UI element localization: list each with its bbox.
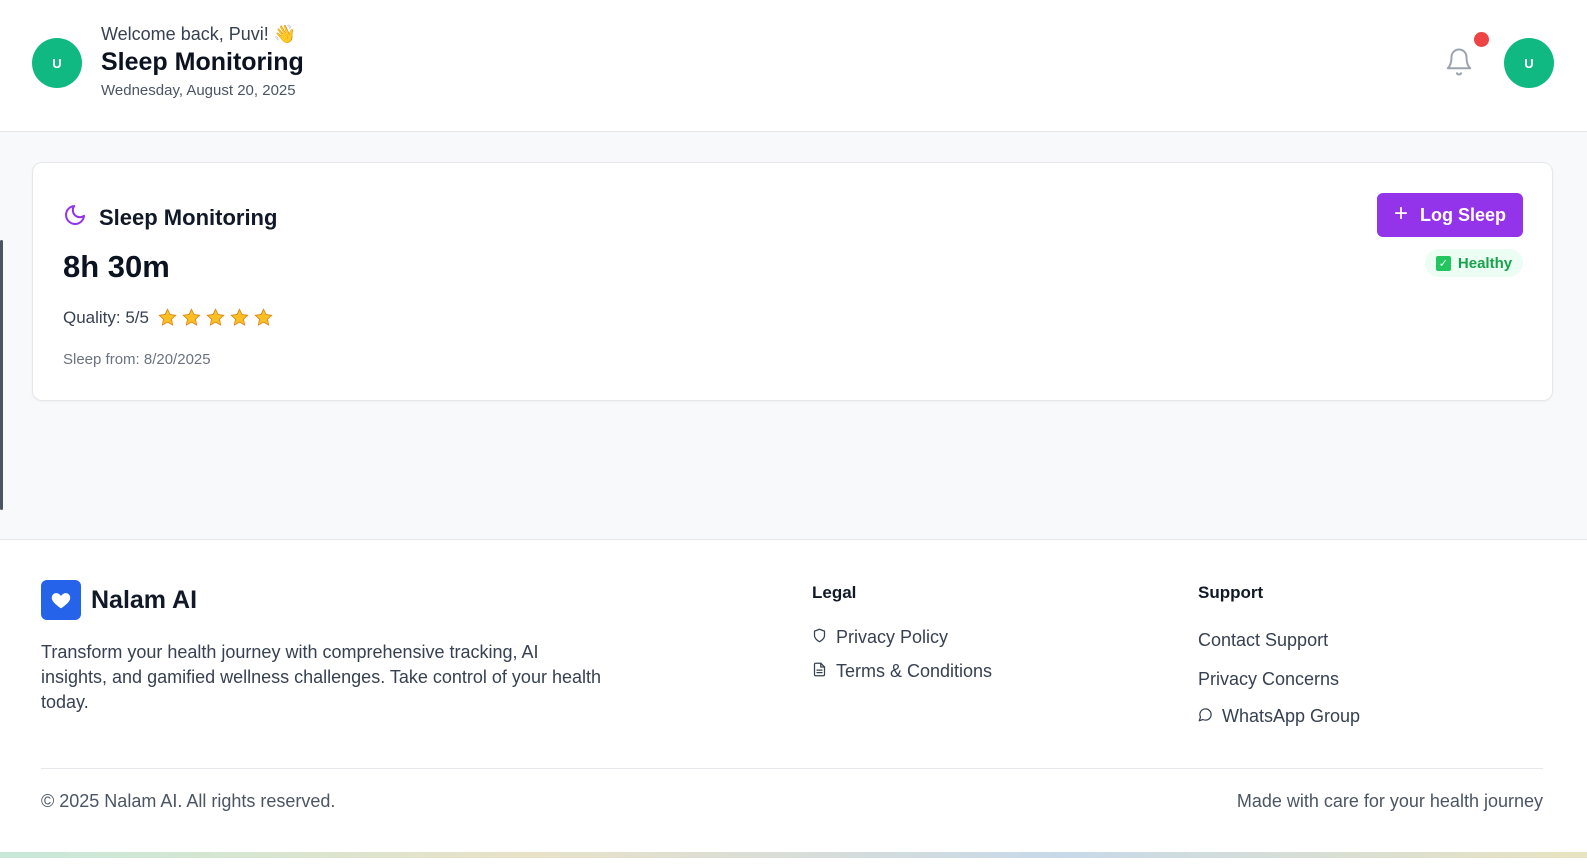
brand-description: Transform your health journey with compr… <box>41 642 601 712</box>
bell-icon[interactable] <box>1444 46 1474 78</box>
status-badge: ✓ Healthy <box>1425 249 1523 277</box>
page-footer: Nalam AI Transform your health journey w… <box>0 539 1587 868</box>
star-icon <box>205 307 226 328</box>
log-sleep-label: Log Sleep <box>1420 204 1507 225</box>
sleep-duration: 8h 30m <box>63 249 170 284</box>
whatsapp-group-link[interactable]: WhatsApp Group <box>1198 706 1360 727</box>
whatsapp-group-label: WhatsApp Group <box>1222 706 1361 726</box>
card-header: Sleep Monitoring <box>63 203 277 232</box>
star-icon <box>253 307 274 328</box>
log-sleep-button[interactable]: + Log Sleep <box>1377 193 1523 237</box>
shield-icon <box>812 627 827 648</box>
quality-stars <box>157 307 274 328</box>
card-title: Sleep Monitoring <box>99 204 278 230</box>
bottom-gradient-strip <box>0 852 1587 858</box>
footer-tagline: Made with care for your health journey <box>1236 791 1543 811</box>
welcome-message: Welcome back, Puvi! 👋 <box>101 24 297 44</box>
privacy-policy-label: Privacy Policy <box>836 627 949 647</box>
user-avatar[interactable]: U <box>32 38 82 88</box>
privacy-concerns-label: Privacy Concerns <box>1198 669 1340 689</box>
footer-brand: Nalam AI <box>41 580 197 620</box>
check-icon: ✓ <box>1435 255 1451 271</box>
plus-icon: + <box>1393 200 1408 227</box>
terms-conditions-label: Terms & Conditions <box>836 661 993 681</box>
heart-icon <box>41 580 81 620</box>
contact-support-link[interactable]: Contact Support <box>1198 630 1328 651</box>
copyright-text: © 2025 Nalam AI. All rights reserved. <box>41 791 336 811</box>
document-icon <box>812 661 827 682</box>
sleep-card: Sleep Monitoring 8h 30m Quality: 5/5 Sle… <box>32 162 1553 401</box>
footer-divider <box>41 768 1543 769</box>
support-heading: Support <box>1198 583 1264 602</box>
legal-heading: Legal <box>812 583 857 602</box>
star-icon <box>157 307 178 328</box>
brand-name: Nalam AI <box>91 585 198 614</box>
status-label: Healthy <box>1457 254 1513 272</box>
chat-icon <box>1198 706 1213 727</box>
terms-conditions-link[interactable]: Terms & Conditions <box>812 661 992 682</box>
sleep-quality: Quality: 5/5 <box>63 307 274 328</box>
star-icon <box>229 307 250 328</box>
privacy-concerns-link[interactable]: Privacy Concerns <box>1198 669 1339 690</box>
profile-avatar[interactable]: U <box>1504 38 1554 88</box>
top-header: U Welcome back, Puvi! 👋 Sleep Monitoring… <box>0 0 1587 132</box>
current-date: Wednesday, August 20, 2025 <box>101 82 296 99</box>
star-icon <box>181 307 202 328</box>
notification-dot <box>1474 32 1489 47</box>
sleep-from-date: Sleep from: 8/20/2025 <box>63 351 211 368</box>
moon-icon <box>63 203 87 232</box>
privacy-policy-link[interactable]: Privacy Policy <box>812 627 948 648</box>
quality-label: Quality: 5/5 <box>63 307 149 327</box>
page-title: Sleep Monitoring <box>101 48 304 76</box>
sidebar-edge-handle[interactable] <box>0 240 3 510</box>
contact-support-label: Contact Support <box>1198 630 1329 650</box>
